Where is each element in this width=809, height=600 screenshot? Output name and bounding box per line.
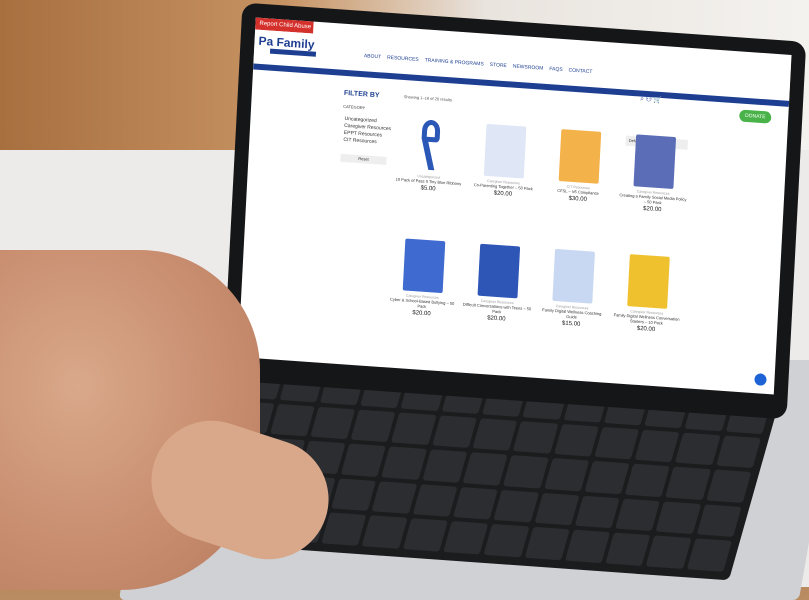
product-card[interactable]: Uncategorized 10 Pack of Pass It Tiny Bl… bbox=[393, 118, 467, 195]
keyboard-key bbox=[443, 521, 489, 555]
results-count: Showing 1–16 of 20 results bbox=[403, 94, 453, 103]
keyboard-key bbox=[634, 429, 680, 463]
keyboard-key bbox=[350, 409, 396, 443]
keyboard-key bbox=[310, 406, 356, 440]
keyboard-key bbox=[696, 504, 742, 538]
product-image bbox=[558, 129, 602, 184]
keyboard-key bbox=[362, 515, 408, 549]
keyboard-key bbox=[524, 527, 570, 561]
laptop-screen-bezel: Report Child Abuse → Pa Family ABOUT RES… bbox=[222, 2, 807, 420]
product-image bbox=[483, 123, 527, 179]
keyboard-key bbox=[534, 492, 580, 526]
product-card[interactable]: Caregiver Resources Creating a Family So… bbox=[617, 133, 691, 215]
keyboard-key bbox=[381, 446, 427, 480]
cart-icon[interactable]: 🛒 bbox=[653, 96, 662, 104]
product-card[interactable]: Caregiver Resources Family Digital Welln… bbox=[536, 248, 610, 330]
keyboard-key bbox=[340, 443, 387, 477]
reset-button[interactable]: Reset bbox=[340, 153, 387, 165]
blue-ribbon-image bbox=[415, 119, 446, 173]
product-card[interactable]: CIT Resources CFSL – V6 Compliance $30.0… bbox=[543, 128, 617, 205]
keyboard-key bbox=[402, 518, 448, 552]
keyboard-key bbox=[422, 449, 468, 483]
keyboard-key bbox=[391, 412, 437, 446]
keyboard-key bbox=[655, 501, 702, 535]
keyboard-key bbox=[574, 495, 620, 529]
product-image bbox=[627, 254, 670, 309]
product-image bbox=[477, 243, 521, 299]
keyboard-key bbox=[686, 538, 732, 572]
keyboard-key bbox=[553, 423, 599, 457]
keyboard-key bbox=[321, 512, 367, 546]
keyboard-key bbox=[615, 498, 661, 532]
keyboard-key bbox=[624, 463, 671, 498]
category-list: Uncategorized Caregiver Resources EPPT R… bbox=[343, 116, 391, 147]
keyboard-key bbox=[543, 458, 590, 492]
website-screen: Report Child Abuse → Pa Family ABOUT RES… bbox=[237, 17, 792, 395]
product-image bbox=[402, 238, 446, 294]
product-image bbox=[552, 248, 595, 304]
keyboard-key bbox=[584, 461, 630, 495]
user-icon[interactable]: ⚇ bbox=[646, 96, 652, 103]
accessibility-icon[interactable] bbox=[754, 373, 767, 386]
product-card[interactable]: Caregiver Resources Family Digital Welln… bbox=[611, 253, 685, 335]
nav-faqs[interactable]: FAQS bbox=[549, 66, 563, 73]
keyboard-key bbox=[646, 535, 692, 569]
keyboard-key bbox=[462, 452, 508, 486]
product-card[interactable]: Caregiver Resources Difficult Conversati… bbox=[461, 243, 535, 325]
keyboard-key bbox=[665, 466, 711, 500]
product-image bbox=[633, 134, 677, 190]
keyboard-key bbox=[706, 469, 752, 503]
product-card[interactable]: Caregiver Resources Co-Parenting Togethe… bbox=[468, 123, 542, 200]
keyboard-key bbox=[564, 530, 611, 564]
donate-button[interactable]: DONATE bbox=[738, 109, 772, 124]
nav-about[interactable]: ABOUT bbox=[364, 53, 382, 60]
keyboard-key bbox=[675, 432, 721, 466]
search-icon[interactable]: ⌕ bbox=[640, 96, 644, 103]
keyboard-key bbox=[431, 414, 478, 449]
keyboard-key bbox=[412, 483, 458, 518]
keyboard-key bbox=[715, 435, 762, 469]
keyboard-key bbox=[472, 417, 518, 451]
product-grid: Uncategorized 10 Pack of Pass It Tiny Bl… bbox=[384, 118, 696, 379]
keyboard-key bbox=[512, 420, 559, 454]
keyboard-key bbox=[331, 478, 377, 512]
keyboard-key bbox=[493, 489, 539, 523]
keyboard-key bbox=[503, 455, 549, 489]
nav-store[interactable]: STORE bbox=[490, 62, 507, 69]
keyboard-key bbox=[452, 486, 499, 521]
product-card[interactable]: Caregiver Resources Cyber & School-Based… bbox=[386, 237, 460, 319]
keyboard-key bbox=[371, 481, 418, 515]
category-title: CATEGORY bbox=[343, 103, 366, 111]
filter-title: FILTER BY bbox=[343, 89, 380, 100]
keyboard-key bbox=[605, 532, 651, 567]
header-icons: ⌕ ⚇ 🛒 bbox=[640, 95, 663, 106]
keyboard-key bbox=[594, 426, 640, 460]
keyboard-key bbox=[269, 403, 315, 437]
keyboard-key bbox=[483, 524, 529, 558]
